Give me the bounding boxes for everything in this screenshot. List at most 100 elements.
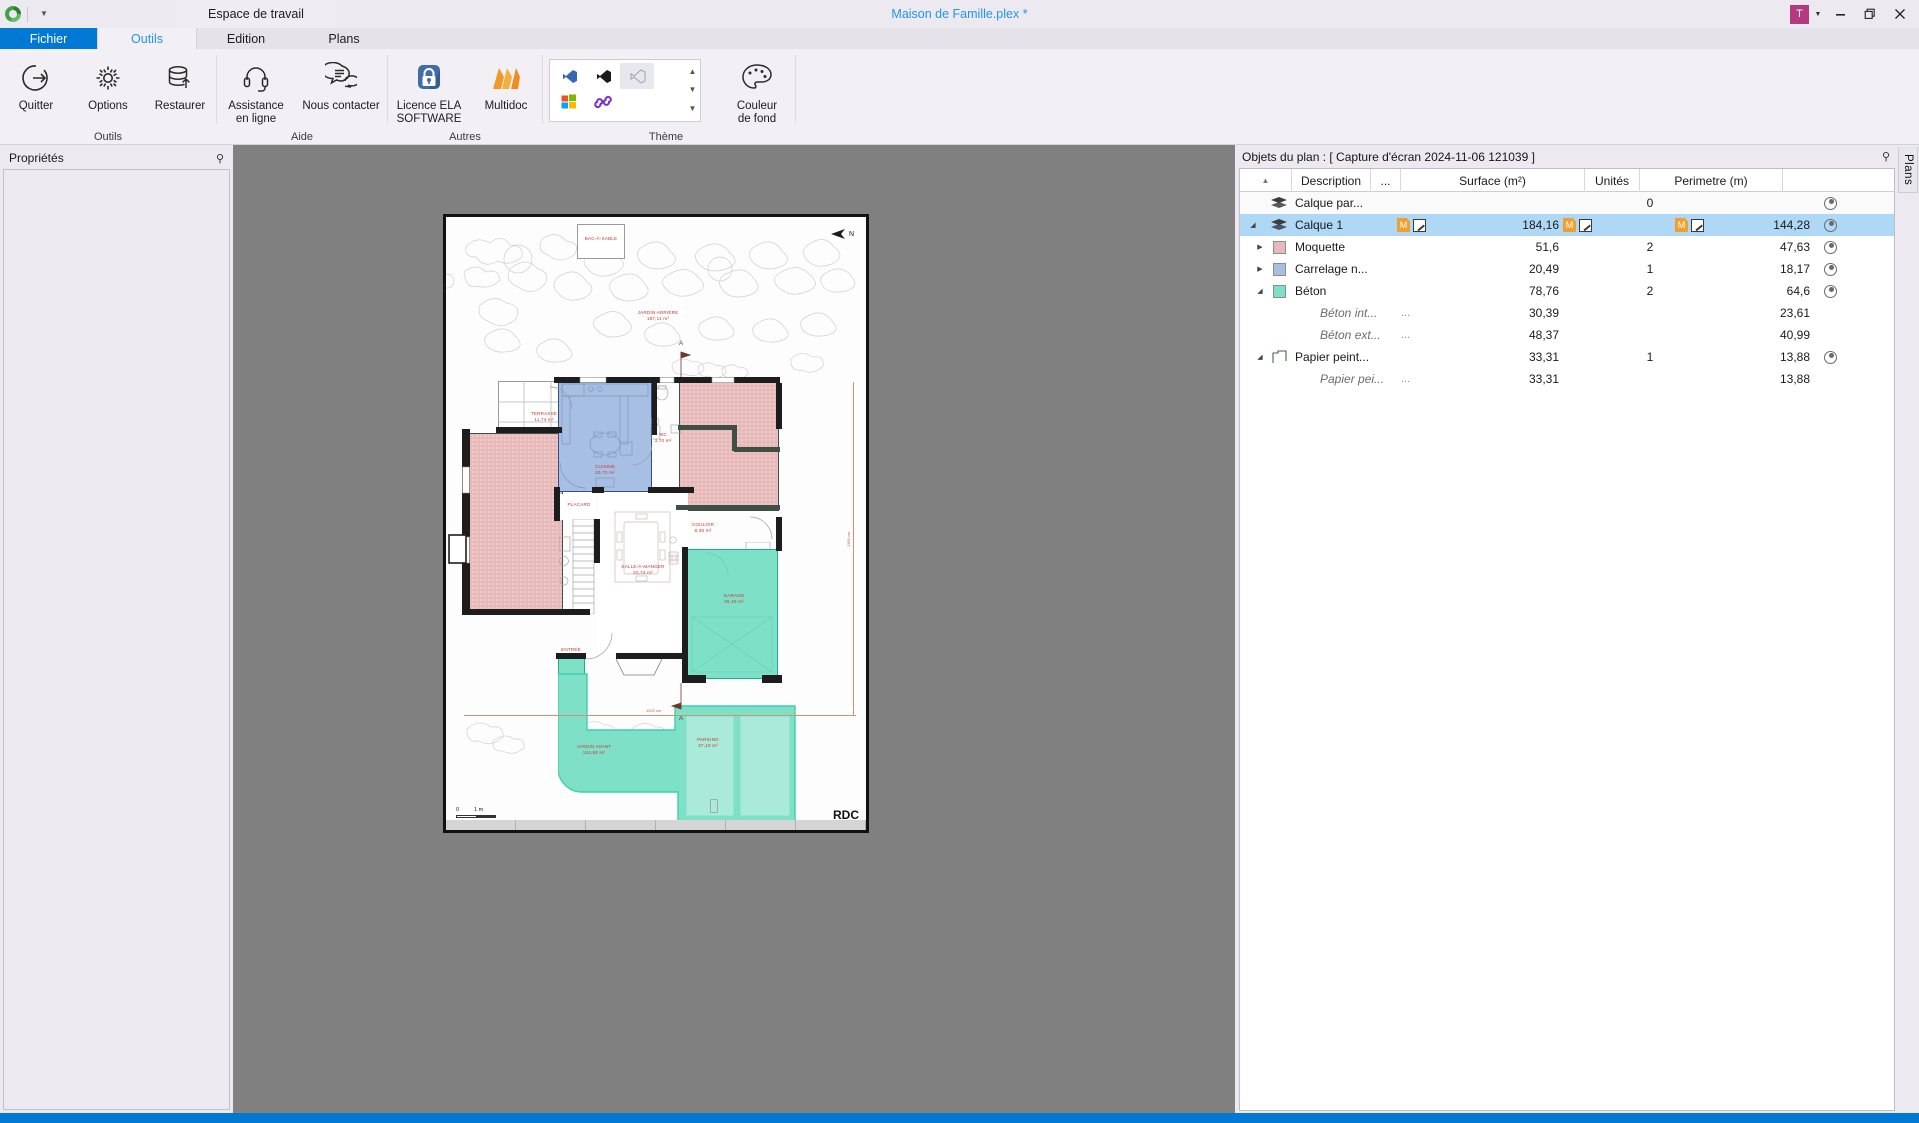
row-expander[interactable]: ◢ bbox=[1240, 353, 1266, 361]
theme-windows-item[interactable] bbox=[552, 89, 586, 115]
table-row[interactable]: ◢ Papier peint... 33,31 1 13,88 bbox=[1240, 346, 1894, 368]
ribbon-group-label-outils: Outils bbox=[93, 131, 123, 143]
assistance-label-line2: en ligne bbox=[235, 113, 277, 125]
caret-up-icon[interactable]: ▲ bbox=[689, 68, 697, 76]
table-row[interactable]: ◢ Béton 78,76 2 64,6 bbox=[1240, 280, 1894, 302]
user-dropdown-icon[interactable]: ▼ bbox=[1811, 11, 1825, 18]
plan-canvas[interactable]: BAC-À-SABLE JARDIN ARRIÈRE 187,11 m² TER… bbox=[233, 145, 1235, 1113]
row-ellipsis[interactable]: ... bbox=[1397, 307, 1410, 319]
chat-icon bbox=[325, 59, 357, 97]
vs-dark-icon bbox=[596, 69, 611, 83]
couleur-de-fond-button[interactable]: Couleur de fond bbox=[719, 54, 795, 126]
assistance-en-ligne-button[interactable]: Assistance en ligne bbox=[217, 54, 295, 126]
row-expander[interactable]: ◢ bbox=[1240, 221, 1266, 229]
options-button[interactable]: Options bbox=[72, 54, 144, 113]
plan-objects-grid[interactable]: ▲ Description ... Surface (m²) Unités Pe… bbox=[1239, 168, 1895, 1111]
table-row[interactable]: Béton int... ... 30,39 23,61 bbox=[1240, 302, 1894, 324]
row-expander[interactable]: ▶ bbox=[1240, 243, 1266, 251]
tab-edition[interactable]: Edition bbox=[197, 28, 295, 49]
material-badge-icon[interactable]: M bbox=[1675, 218, 1688, 232]
pin-icon[interactable]: ⚲ bbox=[216, 152, 224, 165]
nous-contacter-button[interactable]: Nous contacter bbox=[295, 54, 387, 113]
column-header-visibility[interactable] bbox=[1783, 169, 1894, 192]
pencil-badge-icon[interactable] bbox=[1691, 218, 1704, 232]
material-badge-icon[interactable]: M bbox=[1563, 218, 1576, 232]
right-vertical-tabstrip: Plans bbox=[1897, 145, 1919, 1113]
row-surface: 78,76 bbox=[1528, 284, 1559, 298]
visibility-toggle[interactable] bbox=[1815, 240, 1845, 254]
row-ellipsis[interactable]: ... bbox=[1397, 373, 1410, 385]
row-description: Papier pei... bbox=[1320, 372, 1385, 386]
column-header-unites[interactable]: Unités bbox=[1585, 169, 1640, 192]
vertical-tab-plans[interactable]: Plans bbox=[1898, 147, 1918, 194]
multidoc-label: Multidoc bbox=[484, 100, 528, 112]
table-row[interactable]: ▶ Carrelage n... 20,49 1 18,17 bbox=[1240, 258, 1894, 280]
plan-sheet[interactable]: BAC-À-SABLE JARDIN ARRIÈRE 187,11 m² TER… bbox=[443, 214, 869, 833]
ribbon: Quitter Options Restaurer Outils Assista… bbox=[0, 49, 1919, 145]
vs-blue-icon bbox=[562, 69, 577, 83]
theme-blue-item[interactable] bbox=[552, 63, 586, 89]
visibility-toggle[interactable] bbox=[1815, 350, 1845, 364]
gallery-scroll[interactable]: ▲ ▼ ▼ bbox=[685, 60, 700, 121]
application-window: ▼ Espace de travail Maison de Famille.pl… bbox=[0, 0, 1919, 1123]
theme-light-item[interactable] bbox=[620, 63, 654, 89]
row-badges-1[interactable]: M bbox=[1397, 218, 1483, 232]
tab-fichier[interactable]: Fichier bbox=[0, 28, 97, 49]
eye-icon bbox=[1823, 350, 1837, 364]
row-perimeter: 13,88 bbox=[1779, 350, 1810, 364]
row-badges-2[interactable]: M bbox=[1563, 218, 1625, 232]
row-expander[interactable]: ◢ bbox=[1240, 287, 1266, 295]
nous-contacter-label: Nous contacter bbox=[302, 100, 380, 112]
caret-more-icon[interactable]: ▼ bbox=[689, 104, 697, 113]
licence-label-line2: SOFTWARE bbox=[396, 113, 462, 125]
tabstrip-filler bbox=[393, 28, 1919, 49]
column-header-perimetre[interactable]: Perimetre (m) bbox=[1640, 169, 1783, 192]
pin-icon[interactable]: ⚲ bbox=[1882, 150, 1890, 163]
visibility-toggle[interactable] bbox=[1815, 218, 1845, 232]
tab-outils[interactable]: Outils bbox=[97, 28, 197, 49]
row-perimeter: 47,63 bbox=[1779, 240, 1810, 254]
table-row[interactable]: ▶ Moquette 51,6 2 47,63 bbox=[1240, 236, 1894, 258]
properties-title: Propriétés bbox=[9, 151, 64, 165]
theme-gallery[interactable]: ▲ ▼ ▼ bbox=[549, 59, 701, 122]
ribbon-divider bbox=[795, 55, 796, 124]
exit-icon bbox=[20, 59, 52, 97]
pencil-badge-icon[interactable] bbox=[1579, 218, 1592, 232]
material-badge-icon[interactable]: M bbox=[1397, 218, 1410, 232]
caret-down-icon[interactable]: ▼ bbox=[689, 86, 697, 94]
row-surface: 33,31 bbox=[1528, 350, 1559, 364]
pencil-badge-icon[interactable] bbox=[1413, 218, 1426, 232]
multidoc-button[interactable]: Multidoc bbox=[470, 54, 542, 113]
table-row[interactable]: ◢ Calque 1 M 184,16 M M 144,28 bbox=[1240, 214, 1894, 236]
row-badges-3[interactable]: M bbox=[1675, 218, 1737, 232]
licence-label-line1: Licence ELA bbox=[396, 100, 462, 112]
licence-ela-software-button[interactable]: Licence ELA SOFTWARE bbox=[388, 54, 470, 126]
maximize-restore-button[interactable] bbox=[1855, 0, 1885, 28]
minimize-button[interactable] bbox=[1825, 0, 1855, 28]
row-expander[interactable]: ▶ bbox=[1240, 265, 1266, 273]
column-header-surface[interactable]: Surface (m²) bbox=[1401, 169, 1585, 192]
close-button[interactable] bbox=[1885, 0, 1915, 28]
palette-icon bbox=[740, 59, 774, 97]
restaurer-button[interactable]: Restaurer bbox=[144, 54, 216, 113]
sort-ascending-icon[interactable]: ▲ bbox=[1262, 176, 1270, 185]
quitter-button[interactable]: Quitter bbox=[0, 54, 72, 113]
visibility-toggle[interactable] bbox=[1815, 262, 1845, 276]
visibility-toggle[interactable] bbox=[1815, 196, 1845, 210]
theme-purple-item[interactable] bbox=[586, 89, 620, 115]
table-row[interactable]: Calque par... 0 bbox=[1240, 192, 1894, 214]
user-avatar[interactable]: T bbox=[1790, 4, 1809, 24]
visibility-toggle[interactable] bbox=[1815, 284, 1845, 298]
table-row[interactable]: Béton ext... ... 48,37 40,99 bbox=[1240, 324, 1894, 346]
theme-dark-item[interactable] bbox=[586, 63, 620, 89]
row-ellipsis[interactable]: ... bbox=[1397, 329, 1410, 341]
column-header-description[interactable]: Description bbox=[1292, 169, 1371, 192]
properties-panel: Propriétés ⚲ bbox=[0, 145, 233, 1113]
column-header-sort[interactable]: ▲ bbox=[1240, 169, 1292, 192]
column-header-ellipsis[interactable]: ... bbox=[1371, 169, 1401, 192]
chevron-down-icon[interactable]: ▼ bbox=[34, 10, 54, 18]
table-row[interactable]: Papier pei... ... 33,31 13,88 bbox=[1240, 368, 1894, 390]
tab-plans[interactable]: Plans bbox=[295, 28, 393, 49]
sheet-footer-strip bbox=[446, 820, 866, 830]
vs-light-icon bbox=[630, 68, 645, 84]
